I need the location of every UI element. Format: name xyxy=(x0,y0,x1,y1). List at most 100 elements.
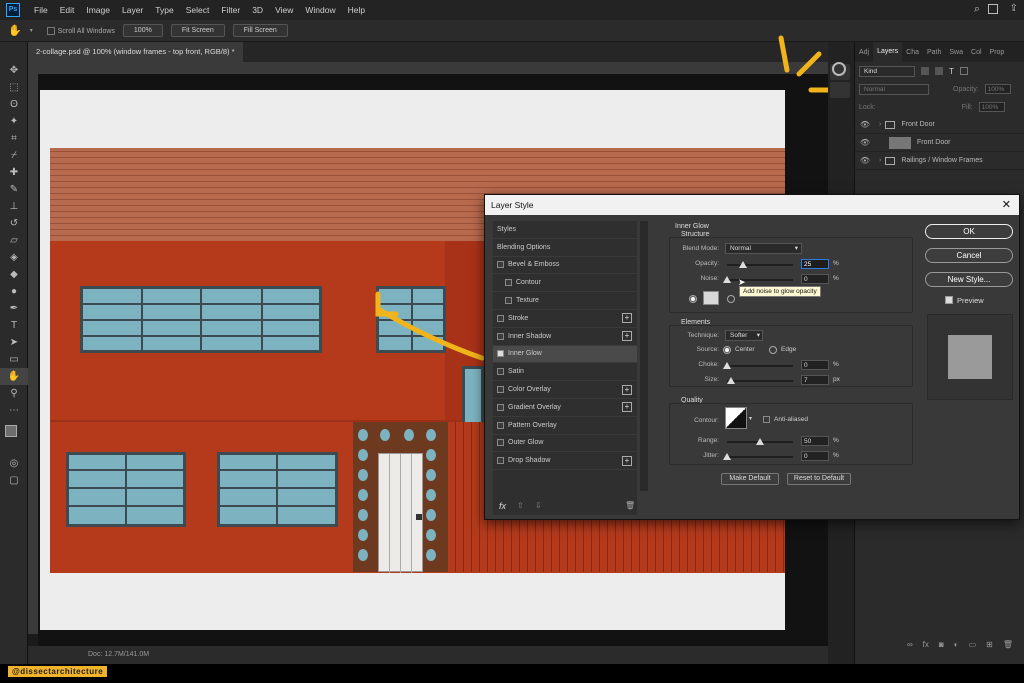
styles-scrollbar[interactable] xyxy=(640,221,648,491)
rectangle-tool-icon[interactable]: ▭ xyxy=(0,351,28,368)
style-checkbox[interactable] xyxy=(497,403,504,411)
eraser-tool-icon[interactable]: ▱ xyxy=(0,232,28,249)
screen-mode-icon[interactable]: ▢ xyxy=(0,472,28,489)
stamp-tool-icon[interactable]: ⊥ xyxy=(0,198,28,215)
fx-icon[interactable]: fx xyxy=(923,640,929,656)
noise-input[interactable]: 0 xyxy=(801,274,829,284)
style-checkbox[interactable] xyxy=(497,314,504,322)
healing-tool-icon[interactable]: ✚ xyxy=(0,164,28,181)
move-up-icon[interactable]: ⇧ xyxy=(517,501,524,510)
add-effect-icon[interactable]: + xyxy=(622,384,632,395)
quick-mask-icon[interactable]: ◎ xyxy=(0,455,28,472)
style-checkbox[interactable] xyxy=(497,332,504,340)
opacity-slider-knob[interactable] xyxy=(739,261,747,268)
style-checkbox[interactable] xyxy=(497,421,504,429)
chevron-right-icon[interactable]: › xyxy=(879,121,881,128)
hand-tool-icon[interactable]: ✋ xyxy=(0,368,28,385)
glow-color-swatch[interactable] xyxy=(703,291,719,305)
style-checkbox[interactable] xyxy=(505,297,512,305)
new-layer-icon[interactable]: ⊞ xyxy=(986,640,993,656)
jitter-input[interactable]: 0 xyxy=(801,451,829,461)
new-style-button[interactable]: New Style... xyxy=(925,272,1013,287)
more-tools-icon[interactable]: ⋯ xyxy=(0,402,28,419)
trash-icon[interactable]: 🗑 xyxy=(1003,640,1013,656)
jitter-slider-knob[interactable] xyxy=(723,453,731,460)
menu-help[interactable]: Help xyxy=(342,5,371,15)
add-effect-icon[interactable]: + xyxy=(622,455,632,466)
gradient-radio[interactable] xyxy=(727,295,735,303)
chevron-down-icon[interactable]: ▾ xyxy=(30,27,33,34)
layer-kind-filter[interactable]: Kind xyxy=(859,65,915,77)
menu-filter[interactable]: Filter xyxy=(215,5,246,15)
preview-checkbox[interactable] xyxy=(945,296,953,304)
chevron-down-icon[interactable]: ▾ xyxy=(749,415,752,422)
range-input[interactable]: 50 xyxy=(801,436,829,446)
visibility-eye-icon[interactable]: 👁 xyxy=(855,120,875,129)
style-item[interactable]: Inner Shadow + xyxy=(493,328,637,346)
lasso-tool-icon[interactable]: ʘ xyxy=(0,96,28,113)
filter-type-icon[interactable]: T xyxy=(949,67,954,76)
tab-adjustments[interactable]: Adj xyxy=(855,49,873,56)
style-item[interactable]: Inner Glow xyxy=(493,345,637,364)
style-item[interactable]: Color Overlay + xyxy=(493,381,637,399)
menu-edit[interactable]: Edit xyxy=(54,5,81,15)
style-item[interactable]: Satin xyxy=(493,363,637,382)
add-mask-icon[interactable]: ◙ xyxy=(939,640,944,656)
document-tab[interactable]: 2-collage.psd @ 100% (window frames - to… xyxy=(28,42,243,62)
pen-tool-icon[interactable]: ✒ xyxy=(0,300,28,317)
noise-slider[interactable] xyxy=(727,279,793,281)
blur-tool-icon[interactable]: ◆ xyxy=(0,266,28,283)
add-effect-icon[interactable]: + xyxy=(622,313,632,324)
noise-slider-knob[interactable] xyxy=(723,276,731,283)
brush-tool-icon[interactable]: ✎ xyxy=(0,181,28,198)
tab-layers[interactable]: Layers xyxy=(873,42,903,62)
tab-swatches[interactable]: Swa xyxy=(945,49,967,56)
fill-screen-button[interactable]: Fill Screen xyxy=(232,24,288,37)
move-tool-icon[interactable]: ✥ xyxy=(0,62,28,79)
opacity-input[interactable]: 25 xyxy=(801,259,829,269)
source-edge-radio[interactable] xyxy=(769,346,777,354)
foreground-color-swatch[interactable] xyxy=(5,425,17,437)
menu-3d[interactable]: 3D xyxy=(246,5,269,15)
layer-row[interactable]: 👁 › Front Door xyxy=(855,116,1024,134)
source-center-radio[interactable] xyxy=(723,346,731,354)
layer-row[interactable]: 👁 Front Door xyxy=(855,134,1024,152)
workspace-icon[interactable] xyxy=(988,4,998,14)
tab-color[interactable]: Col xyxy=(967,49,986,56)
new-group-icon[interactable]: ▭ xyxy=(969,640,977,656)
menu-window[interactable]: Window xyxy=(299,5,341,15)
history-brush-icon[interactable]: ↺ xyxy=(0,215,28,232)
marquee-tool-icon[interactable]: ⬚ xyxy=(0,79,28,96)
layer-opacity-input[interactable]: 100% xyxy=(984,84,1011,94)
dodge-tool-icon[interactable]: ● xyxy=(0,283,28,300)
menu-type[interactable]: Type xyxy=(149,5,179,15)
reset-default-button[interactable]: Reset to Default xyxy=(787,473,851,485)
style-checkbox[interactable] xyxy=(505,279,512,287)
layer-blend-mode[interactable]: Normal xyxy=(859,83,929,95)
anti-aliased-checkbox[interactable] xyxy=(763,416,770,423)
style-item[interactable]: Pattern Overlay xyxy=(493,417,637,435)
style-item[interactable]: Blending Options xyxy=(493,239,637,257)
chevron-right-icon[interactable]: › xyxy=(879,157,881,164)
crop-tool-icon[interactable]: ⌗ xyxy=(0,130,28,147)
range-slider-knob[interactable] xyxy=(756,438,764,445)
size-slider[interactable] xyxy=(727,380,793,382)
style-item[interactable]: Gradient Overlay + xyxy=(493,399,637,417)
menu-view[interactable]: View xyxy=(269,5,299,15)
filter-pixel-icon[interactable] xyxy=(921,67,929,75)
size-input[interactable]: 7 xyxy=(801,375,829,385)
style-item[interactable]: Stroke + xyxy=(493,310,637,328)
contour-picker[interactable] xyxy=(725,407,747,429)
tab-properties[interactable]: Prop xyxy=(986,49,1009,56)
menu-select[interactable]: Select xyxy=(180,5,216,15)
color-swatches[interactable] xyxy=(0,419,27,455)
scroll-all-windows-option[interactable]: Scroll All Windows xyxy=(46,26,115,35)
style-checkbox[interactable] xyxy=(497,386,504,394)
style-item[interactable]: Outer Glow xyxy=(493,435,637,453)
layer-fill-input[interactable]: 100% xyxy=(978,102,1005,112)
color-radio[interactable] xyxy=(689,295,697,303)
delete-effect-icon[interactable]: 🗑 xyxy=(625,501,635,510)
new-fill-layer-icon[interactable]: ◐ xyxy=(954,640,959,656)
adjustment-icon[interactable] xyxy=(832,62,846,76)
type-tool-icon[interactable]: T xyxy=(0,317,28,334)
